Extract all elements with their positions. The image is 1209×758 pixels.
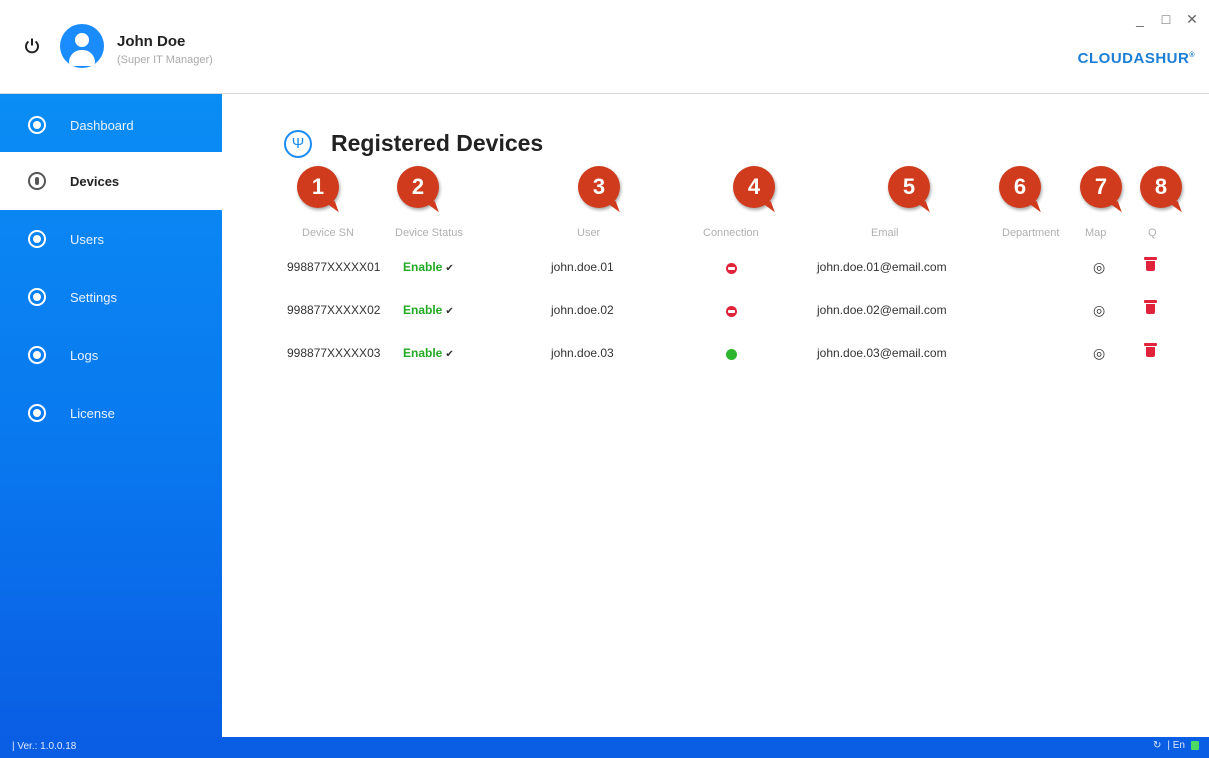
map-pin-icon[interactable]: ◎ (1093, 302, 1105, 319)
sidebar-item-label: License (70, 405, 115, 421)
callout-badge: 8 (1140, 166, 1182, 208)
map-pin-icon[interactable]: ◎ (1093, 345, 1105, 362)
table-row[interactable]: 998877XXXXX03 Enable ✔ john.doe.03 john.d… (270, 338, 1200, 368)
dashboard-icon (28, 116, 46, 134)
device-user: john.doe.02 (551, 303, 614, 317)
search-icon[interactable]: Q (1148, 227, 1157, 239)
page-title: Registered Devices (331, 130, 544, 156)
close-button[interactable]: ✕ (1181, 10, 1203, 28)
device-email: john.doe.02@email.com (817, 303, 947, 317)
map-pin-icon[interactable]: ◎ (1093, 259, 1105, 276)
sidebar-item-dashboard[interactable]: Dashboard (0, 96, 222, 154)
callout-badge: 6 (999, 166, 1041, 208)
sidebar-item-label: Dashboard (70, 117, 134, 133)
user-name: John Doe (117, 33, 186, 50)
table-row[interactable]: 998877XXXXX01 Enable ✔ john.doe.01 john.d… (270, 252, 1200, 282)
column-header-email[interactable]: Email (871, 227, 899, 239)
status-bar: | Ver.: 1.0.0.18 ↻ | En (0, 737, 1209, 758)
column-header-user[interactable]: User (577, 227, 600, 239)
lock-icon (1191, 741, 1199, 750)
sidebar-item-settings[interactable]: Settings (0, 268, 222, 326)
callout-badge: 5 (888, 166, 930, 208)
chevron-down-icon: ✔ (445, 306, 454, 317)
sidebar-item-users[interactable]: Users (0, 210, 222, 268)
table-row[interactable]: 998877XXXXX02 Enable ✔ john.doe.02 john.d… (270, 295, 1200, 325)
column-header-connection[interactable]: Connection (703, 227, 759, 239)
license-icon (28, 404, 46, 422)
power-icon (25, 38, 39, 54)
power-button[interactable] (20, 34, 44, 58)
sidebar-item-label: Users (70, 231, 104, 247)
callout-badge: 2 (397, 166, 439, 208)
column-header-device-sn[interactable]: Device SN (302, 227, 354, 239)
device-sn: 998877XXXXX02 (287, 303, 381, 317)
callout-badge: 7 (1080, 166, 1122, 208)
device-sn: 998877XXXXX03 (287, 346, 381, 360)
column-header-department[interactable]: Department (1002, 227, 1059, 239)
logs-icon (28, 346, 46, 364)
callout-badge: 3 (578, 166, 620, 208)
device-user: john.doe.01 (551, 260, 614, 274)
sidebar-item-logs[interactable]: Logs (0, 326, 222, 384)
column-header-device-status[interactable]: Device Status (395, 227, 463, 239)
settings-icon (28, 288, 46, 306)
sidebar-item-devices[interactable]: Devices (0, 152, 222, 210)
device-email: john.doe.03@email.com (817, 346, 947, 360)
connected-icon (726, 349, 737, 360)
device-email: john.doe.01@email.com (817, 260, 947, 274)
column-header-map[interactable]: Map (1085, 227, 1106, 239)
device-sn: 998877XXXXX01 (287, 260, 381, 274)
sidebar: Dashboard Devices Users Settings Logs Li… (0, 94, 222, 737)
sync-icon[interactable]: ↻ (1153, 740, 1161, 751)
sidebar-item-label: Settings (70, 289, 117, 305)
chevron-down-icon: ✔ (445, 349, 454, 360)
language-selector[interactable]: | En (1167, 740, 1185, 751)
status-dropdown[interactable]: Enable ✔ (403, 346, 454, 360)
maximize-button[interactable]: □ (1155, 10, 1177, 28)
chevron-down-icon: ✔ (445, 263, 454, 274)
callout-badge: 1 (297, 166, 339, 208)
app-header: John Doe (Super IT Manager) _ □ ✕ CLOUDA… (0, 0, 1209, 94)
usb-icon: Ψ (284, 130, 312, 158)
disconnected-icon (726, 263, 737, 274)
brand-logo: CLOUDASHUR® (1077, 50, 1195, 67)
user-icon (28, 230, 46, 248)
sidebar-item-label: Logs (70, 347, 99, 363)
avatar[interactable] (60, 24, 104, 68)
sidebar-item-license[interactable]: License (0, 384, 222, 442)
trash-icon[interactable] (1144, 257, 1157, 271)
user-role: (Super IT Manager) (117, 54, 213, 66)
status-dropdown[interactable]: Enable ✔ (403, 260, 454, 274)
trash-icon[interactable] (1144, 343, 1157, 357)
status-dropdown[interactable]: Enable ✔ (403, 303, 454, 317)
disconnected-icon (726, 306, 737, 317)
version-label: | Ver.: 1.0.0.18 (12, 741, 77, 752)
device-user: john.doe.03 (551, 346, 614, 360)
trash-icon[interactable] (1144, 300, 1157, 314)
usb-icon (28, 172, 46, 190)
callout-badge: 4 (733, 166, 775, 208)
sidebar-item-label: Devices (70, 173, 120, 189)
minimize-button[interactable]: _ (1129, 10, 1151, 28)
